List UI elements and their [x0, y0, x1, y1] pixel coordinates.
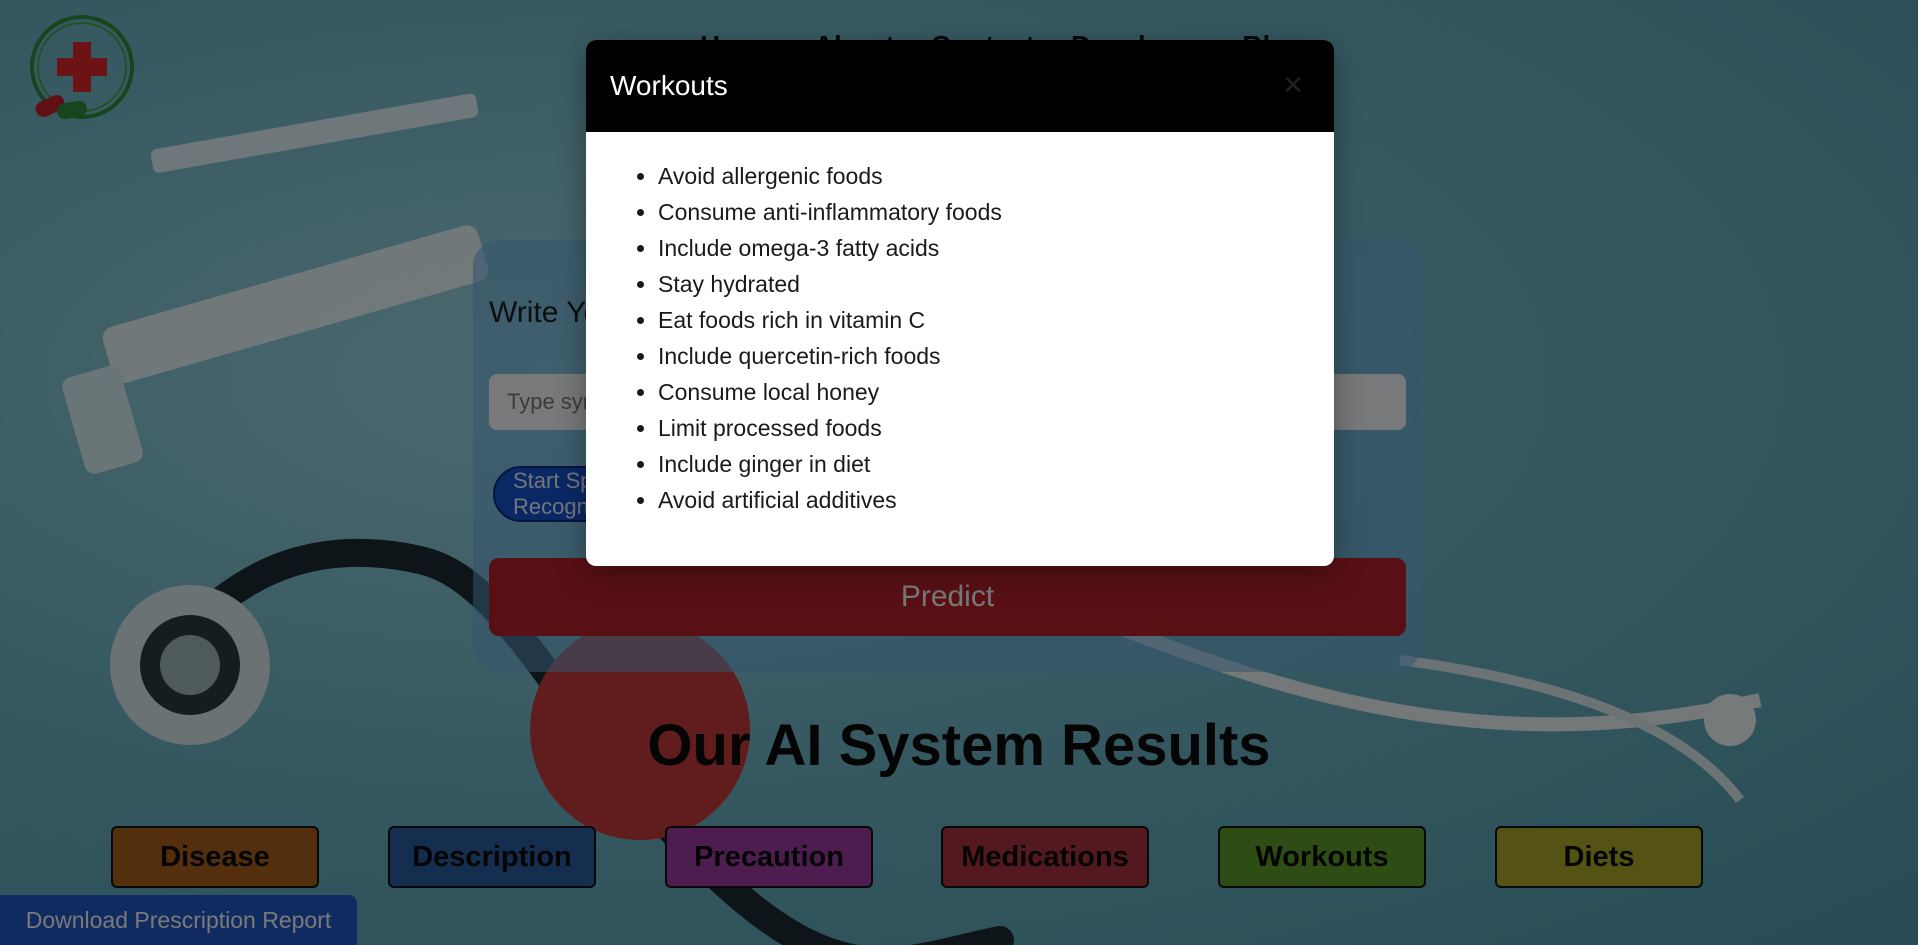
- workouts-list: Avoid allergenic foods Consume anti-infl…: [610, 158, 1310, 518]
- list-item: Include ginger in diet: [658, 446, 1310, 482]
- modal-header: Workouts ×: [586, 40, 1334, 132]
- list-item: Consume anti-inflammatory foods: [658, 194, 1310, 230]
- list-item: Include omega-3 fatty acids: [658, 230, 1310, 266]
- list-item: Eat foods rich in vitamin C: [658, 302, 1310, 338]
- list-item: Avoid artificial additives: [658, 482, 1310, 518]
- modal-body: Avoid allergenic foods Consume anti-infl…: [586, 132, 1334, 518]
- list-item: Stay hydrated: [658, 266, 1310, 302]
- modal-title: Workouts: [610, 70, 728, 101]
- list-item: Avoid allergenic foods: [658, 158, 1310, 194]
- workouts-modal: Workouts × Avoid allergenic foods Consum…: [586, 40, 1334, 566]
- list-item: Consume local honey: [658, 374, 1310, 410]
- list-item: Limit processed foods: [658, 410, 1310, 446]
- list-item: Include quercetin-rich foods: [658, 338, 1310, 374]
- close-icon[interactable]: ×: [1276, 68, 1310, 102]
